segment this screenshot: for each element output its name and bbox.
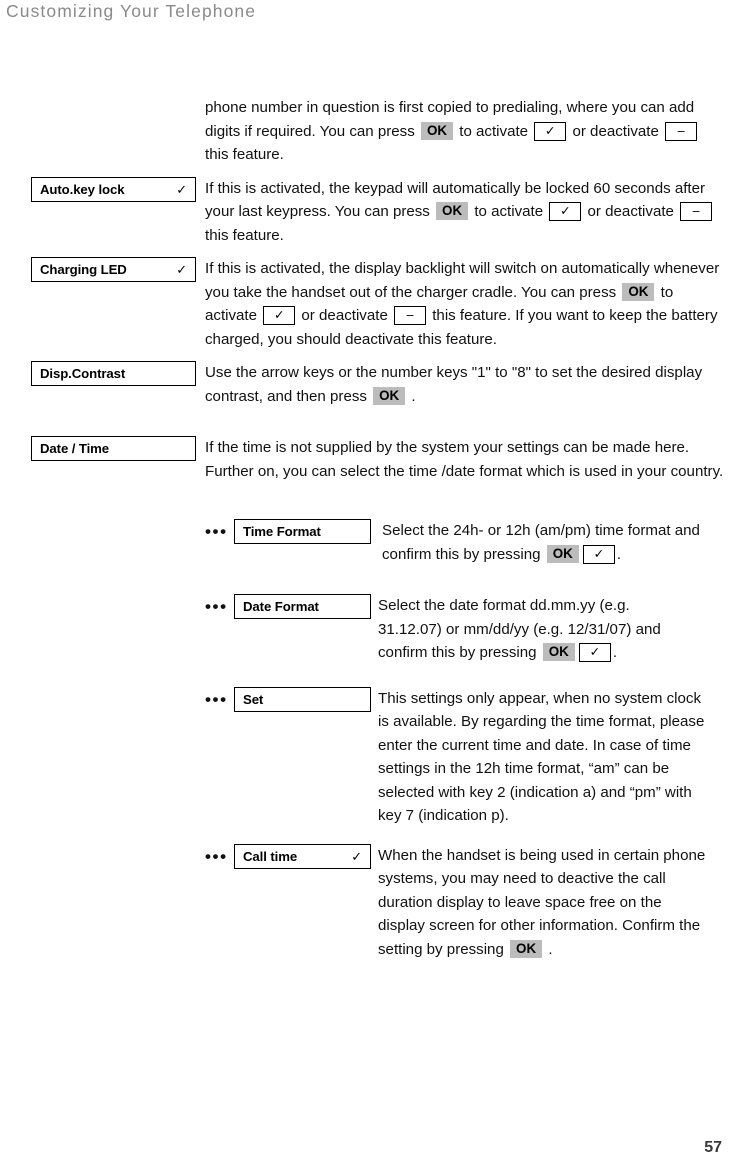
section-auto-key-lock: Auto.key lock ✓ If this is activated, th… [0, 176, 740, 248]
display-box-label: Set [243, 691, 264, 707]
checkmark-icon: ✓ [351, 848, 362, 864]
marginal-label-column: Time Format [234, 519, 371, 544]
dash-key-glyph[interactable]: – [680, 202, 713, 221]
checkmark-key-glyph[interactable]: ✓ [263, 306, 296, 325]
ok-key-glyph[interactable]: OK [420, 121, 454, 140]
marginal-label-column: Auto.key lock ✓ [31, 176, 196, 202]
section-body-text: If this is activated, the keypad will au… [205, 177, 725, 248]
subsection-time-format: ••• Time Format Select the 24h- or 12h (… [0, 519, 740, 566]
display-box-date-format[interactable]: Date Format [234, 594, 371, 619]
checkmark-key-glyph[interactable]: ✓ [578, 643, 611, 662]
paragraph: This settings only appear, when no syste… [378, 689, 705, 825]
marginal-label-column: Call time ✓ [234, 843, 371, 869]
subsection-set: ••• Set This settings only appear, when … [0, 686, 740, 828]
paragraph: Use the arrow keys or the number keys "1… [205, 364, 703, 405]
section-disp-contrast: Disp.Contrast Use the arrow keys or the … [0, 361, 740, 408]
section-body-text: phone number in question is first copied… [205, 96, 725, 167]
dash-key-glyph[interactable]: – [665, 121, 698, 141]
section-predialing: phone number in question is first copied… [0, 96, 740, 167]
display-box-disp-contrast[interactable]: Disp.Contrast [31, 361, 196, 386]
page-content: phone number in question is first copied… [0, 96, 740, 961]
marginal-label-column: Date / Time [31, 436, 196, 461]
bullet-leader-icon: ••• [205, 522, 228, 541]
page-number: 57 [704, 1139, 722, 1156]
bullet-leader-icon: ••• [205, 597, 228, 616]
subsection-body-text: This settings only appear, when no syste… [378, 687, 715, 828]
display-box-time-format[interactable]: Time Format [234, 519, 371, 544]
display-box-set[interactable]: Set [234, 686, 371, 712]
dash-key-glyph[interactable]: – [394, 306, 427, 325]
marginal-label-column: Disp.Contrast [31, 361, 196, 386]
marginal-label-column: Set [234, 686, 371, 712]
subsection-body-text: Select the date format dd.mm.yy (e.g. 31… [378, 594, 678, 665]
subsection-date-format: ••• Date Format Select the date format d… [0, 594, 740, 665]
section-body-text: Use the arrow keys or the number keys "1… [205, 361, 725, 408]
checkmark-key-glyph[interactable]: ✓ [582, 544, 615, 564]
display-box-charging-led[interactable]: Charging LED ✓ [31, 257, 196, 282]
subsection-body-text: Select the 24h- or 12h (am/pm) time form… [382, 519, 726, 566]
checkmark-key-glyph[interactable]: ✓ [549, 202, 582, 221]
paragraph: Select the date format dd.mm.yy (e.g. 31… [378, 597, 661, 662]
running-header: Customizing Your Telephone [6, 1, 257, 21]
paragraph: If the time is not supplied by the syste… [205, 439, 724, 480]
display-box-label: Charging LED [40, 262, 127, 277]
checkmark-icon: ✓ [176, 262, 187, 277]
paragraph: phone number in question is first copied… [205, 96, 725, 167]
display-box-label: Time Format [243, 524, 321, 539]
paragraph: If this is activated, the display backli… [205, 260, 720, 348]
ok-key-glyph[interactable]: OK [436, 202, 469, 220]
section-body-text: If this is activated, the display backli… [205, 257, 725, 351]
ok-key-glyph[interactable]: OK [546, 544, 579, 563]
bullet-leader-icon: ••• [205, 846, 228, 866]
marginal-label-column: Charging LED ✓ [31, 257, 196, 282]
checkmark-icon: ✓ [176, 181, 187, 197]
display-box-label: Auto.key lock [40, 181, 125, 197]
paragraph: If this is activated, the keypad will au… [205, 177, 725, 248]
display-box-auto-key-lock[interactable]: Auto.key lock ✓ [31, 176, 196, 202]
subsection-body-text: When the handset is being used in certai… [378, 844, 708, 962]
section-date-time: Date / Time If the time is not supplied … [0, 436, 740, 483]
marginal-label-column: Date Format [234, 594, 371, 619]
ok-key-glyph[interactable]: OK [510, 939, 543, 958]
display-box-label: Date / Time [40, 441, 110, 456]
checkmark-key-glyph[interactable]: ✓ [534, 121, 567, 141]
section-charging-led: Charging LED ✓ If this is activated, the… [0, 257, 740, 351]
display-box-label: Disp.Contrast [40, 366, 126, 381]
section-body-text: If the time is not supplied by the syste… [205, 436, 725, 483]
display-box-label: Call time [243, 848, 298, 864]
bullet-leader-icon: ••• [205, 689, 228, 709]
display-box-date-time[interactable]: Date / Time [31, 436, 196, 461]
display-box-call-time[interactable]: Call time ✓ [234, 843, 371, 869]
paragraph: Select the 24h- or 12h (am/pm) time form… [382, 522, 700, 564]
ok-key-glyph[interactable]: OK [622, 282, 655, 301]
ok-key-glyph[interactable]: OK [542, 643, 575, 661]
display-box-label: Date Format [243, 599, 319, 614]
ok-key-glyph[interactable]: OK [373, 386, 406, 405]
paragraph: When the handset is being used in certai… [378, 846, 706, 958]
subsection-call-time: ••• Call time ✓ When the handset is bein… [0, 843, 740, 962]
